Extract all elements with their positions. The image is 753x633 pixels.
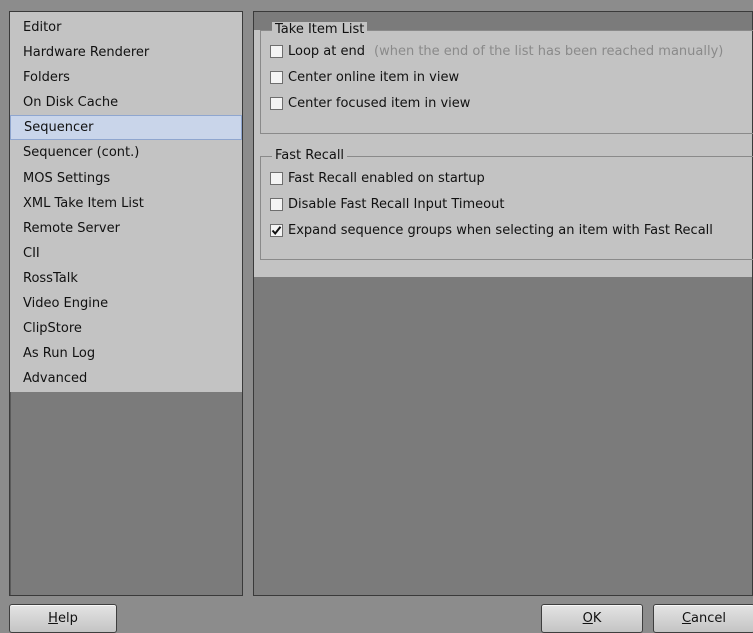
sidebar-item-as-run-log[interactable]: As Run Log — [10, 341, 242, 366]
loop-at-end-label: Loop at end — [288, 43, 365, 59]
cancel-label-rest: ancel — [691, 611, 727, 626]
checkmark-icon — [271, 225, 282, 235]
center-focused-checkbox[interactable] — [270, 96, 283, 110]
sidebar-item-sequencer-cont[interactable]: Sequencer (cont.) — [10, 140, 242, 165]
help-mnemonic: H — [48, 611, 58, 626]
help-label-rest: elp — [57, 611, 78, 626]
center-focused-label: Center focused item in view — [288, 95, 471, 111]
center-online-checkbox[interactable] — [270, 70, 283, 84]
loop-at-end-row[interactable]: Loop at end (when the end of the list ha… — [261, 38, 753, 64]
loop-at-end-checkbox[interactable] — [270, 44, 283, 58]
cancel-mnemonic: C — [681, 611, 692, 626]
help-button[interactable]: Help — [9, 604, 117, 633]
settings-panel: Take Item List Loop at end (when the end… — [253, 11, 753, 596]
sidebar-item-cii[interactable]: CII — [10, 241, 242, 266]
fast-recall-startup-checkbox[interactable] — [270, 171, 283, 185]
disable-input-timeout-label: Disable Fast Recall Input Timeout — [288, 196, 505, 212]
take-item-list-title: Take Item List — [272, 22, 368, 38]
fast-recall-group: Fast Recall Fast Recall enabled on start… — [260, 148, 753, 260]
sidebar-item-hardware-renderer[interactable]: Hardware Renderer — [10, 40, 242, 65]
take-item-list-group: Take Item List Loop at end (when the end… — [260, 22, 753, 134]
center-focused-row[interactable]: Center focused item in view — [261, 90, 753, 116]
ok-mnemonic: O — [582, 611, 593, 626]
sidebar-item-remote-server[interactable]: Remote Server — [10, 216, 242, 241]
expand-groups-label: Expand sequence groups when selecting an… — [288, 222, 713, 238]
sidebar-item-editor[interactable]: Editor — [10, 15, 242, 40]
sidebar-item-on-disk-cache[interactable]: On Disk Cache — [10, 90, 242, 115]
fast-recall-title: Fast Recall — [272, 148, 348, 164]
sidebar-item-rosstalk[interactable]: RossTalk — [10, 266, 242, 291]
sidebar-item-xml-take-item-list[interactable]: XML Take Item List — [10, 191, 242, 216]
center-online-row[interactable]: Center online item in view — [261, 64, 753, 90]
sidebar-item-video-engine[interactable]: Video Engine — [10, 291, 242, 316]
expand-groups-checkbox[interactable] — [270, 223, 283, 237]
disable-input-timeout-checkbox[interactable] — [270, 197, 283, 211]
ok-label-rest: K — [592, 611, 602, 626]
loop-at-end-hint: (when the end of the list has been reach… — [374, 43, 724, 59]
fast-recall-startup-label: Fast Recall enabled on startup — [288, 170, 485, 186]
category-list: Editor Hardware Renderer Folders On Disk… — [10, 12, 242, 392]
expand-groups-row[interactable]: Expand sequence groups when selecting an… — [261, 217, 753, 243]
fast-recall-startup-row[interactable]: Fast Recall enabled on startup — [261, 165, 753, 191]
center-online-label: Center online item in view — [288, 69, 460, 85]
sidebar-item-mos-settings[interactable]: MOS Settings — [10, 166, 242, 191]
settings-panel-body: Take Item List Loop at end (when the end… — [254, 22, 753, 277]
sidebar-item-clipstore[interactable]: ClipStore — [10, 316, 242, 341]
cancel-button[interactable]: Cancel — [653, 604, 753, 633]
sidebar-item-advanced[interactable]: Advanced — [10, 366, 242, 391]
category-sidebar: Editor Hardware Renderer Folders On Disk… — [9, 11, 243, 596]
sidebar-item-sequencer[interactable]: Sequencer — [10, 115, 242, 141]
disable-input-timeout-row[interactable]: Disable Fast Recall Input Timeout — [261, 191, 753, 217]
ok-button[interactable]: OK — [541, 604, 643, 633]
sidebar-item-folders[interactable]: Folders — [10, 65, 242, 90]
